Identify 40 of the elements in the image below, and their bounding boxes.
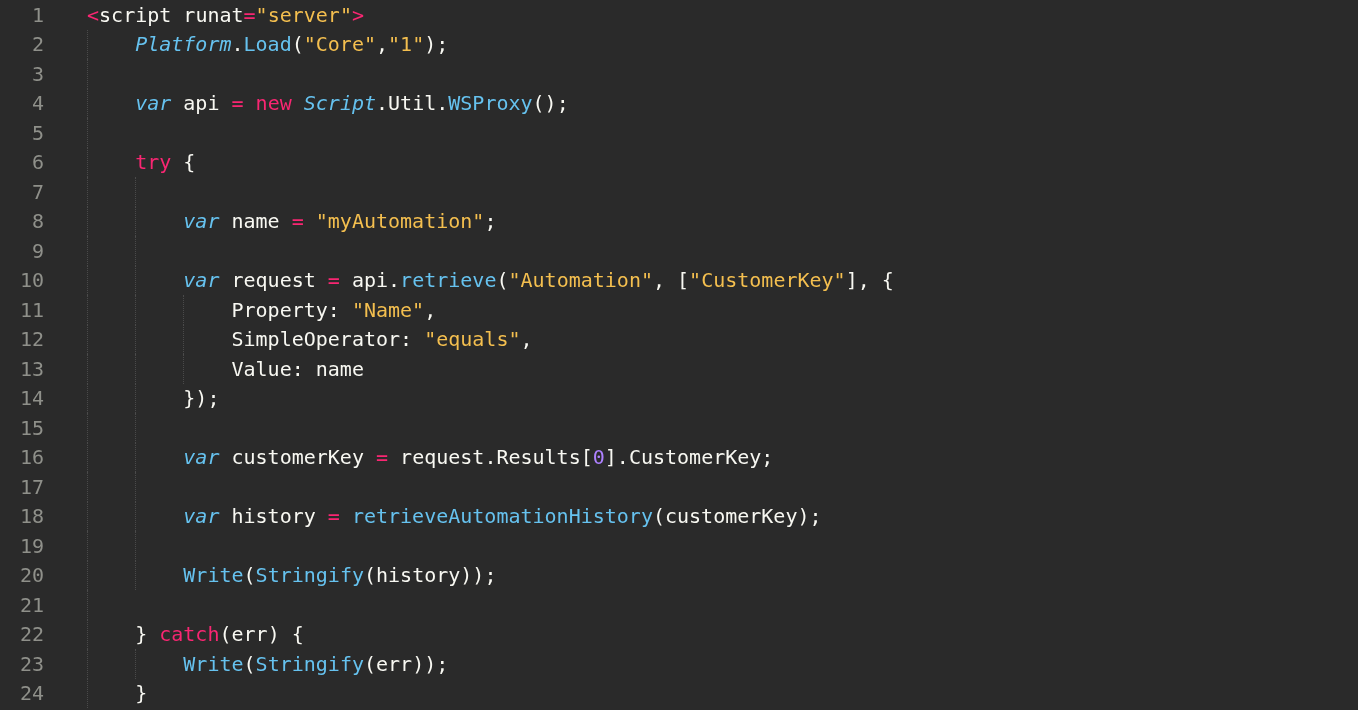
line-number: 1 bbox=[30, 2, 44, 27]
line-number: 19 bbox=[18, 533, 44, 558]
code-line: Property: "Name", bbox=[231, 297, 437, 322]
line-number: 17 bbox=[18, 474, 44, 499]
code-line: Value: name bbox=[231, 356, 364, 381]
line-number: 24 bbox=[18, 681, 44, 706]
code-line: Write(Stringify(err)); bbox=[183, 651, 449, 676]
line-number: 16 bbox=[18, 445, 44, 470]
code-line: var name = "myAutomation"; bbox=[183, 209, 497, 234]
code-line: try { bbox=[135, 150, 196, 175]
line-number: 13 bbox=[18, 356, 44, 381]
code-line: var api = new Script.Util.WSProxy(); bbox=[135, 91, 569, 116]
line-number: 10 bbox=[18, 268, 44, 293]
code-line: } catch(err) { bbox=[135, 622, 304, 647]
line-number: 11 bbox=[18, 297, 44, 322]
line-number: 6 bbox=[30, 150, 44, 175]
code-line: SimpleOperator: "equals", bbox=[231, 327, 533, 352]
line-number: 7 bbox=[30, 179, 44, 204]
code-line: var customerKey = request.Results[0].CustomerKey; bbox=[183, 445, 774, 470]
code-line: var request = api.retrieve("Automation", ["CustomerKey"], { bbox=[183, 268, 894, 293]
line-number: 15 bbox=[18, 415, 44, 440]
line-number: 21 bbox=[18, 592, 44, 617]
line-number: 23 bbox=[18, 651, 44, 676]
line-number: 18 bbox=[18, 504, 44, 529]
code-line: <script runat="server"> bbox=[87, 2, 364, 27]
line-number: 5 bbox=[30, 120, 44, 145]
line-number: 2 bbox=[30, 32, 44, 57]
code-line: Platform.Load("Core","1"); bbox=[135, 32, 449, 57]
code-line: var history = retrieveAutomationHistory(customerKey); bbox=[183, 504, 822, 529]
line-number: 14 bbox=[18, 386, 44, 411]
code-line: } bbox=[135, 681, 148, 706]
line-number: 8 bbox=[30, 209, 44, 234]
code-line: }); bbox=[183, 386, 220, 411]
code-line: Write(Stringify(history)); bbox=[183, 563, 497, 588]
line-number: 12 bbox=[18, 327, 44, 352]
line-number: 9 bbox=[30, 238, 44, 263]
line-number: 22 bbox=[18, 622, 44, 647]
line-number: 4 bbox=[30, 91, 44, 116]
line-number: 3 bbox=[30, 61, 44, 86]
line-number: 20 bbox=[18, 563, 44, 588]
